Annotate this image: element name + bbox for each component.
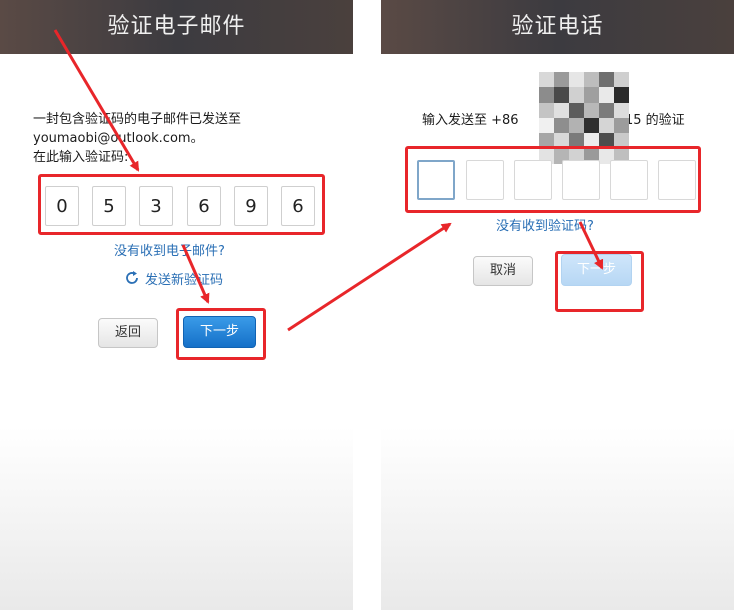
verify-phone-screen: 验证电话 输入发送至 +86 15 的验证 没有收到验证码? 取消 下一步 [381, 0, 734, 610]
refresh-icon [124, 270, 140, 286]
message-line-1: 一封包含验证码的电子邮件已发送至 [33, 112, 242, 127]
back-button[interactable]: 返回 [98, 318, 158, 348]
no-email-link[interactable]: 没有收到电子邮件? [114, 240, 225, 259]
phone-prompt-prefix: 输入发送至 +86 [422, 113, 519, 128]
highlight-code-fields [38, 174, 325, 235]
resend-code-link[interactable]: 发送新验证码 [124, 268, 223, 288]
message-line-3: 在此输入验证码: [33, 150, 129, 165]
cancel-button[interactable]: 取消 [473, 256, 533, 286]
highlight-disabled-next-button [555, 251, 644, 312]
email-sent-message: 一封包含验证码的电子邮件已发送至 youmaobi@outlook.com。 在… [33, 110, 333, 167]
no-code-link[interactable]: 没有收到验证码? [496, 215, 594, 234]
page-title: 验证电话 [381, 0, 734, 54]
resend-code-label: 发送新验证码 [145, 272, 224, 288]
highlight-phone-code-fields [405, 146, 701, 213]
verify-email-screen: 验证电子邮件 一封包含验证码的电子邮件已发送至 youmaobi@outlook… [0, 0, 353, 610]
highlight-next-button [176, 308, 266, 360]
page-title: 验证电子邮件 [0, 0, 353, 54]
phone-prompt-suffix: 15 的验证 [625, 113, 685, 128]
message-line-2: youmaobi@outlook.com。 [33, 131, 204, 146]
